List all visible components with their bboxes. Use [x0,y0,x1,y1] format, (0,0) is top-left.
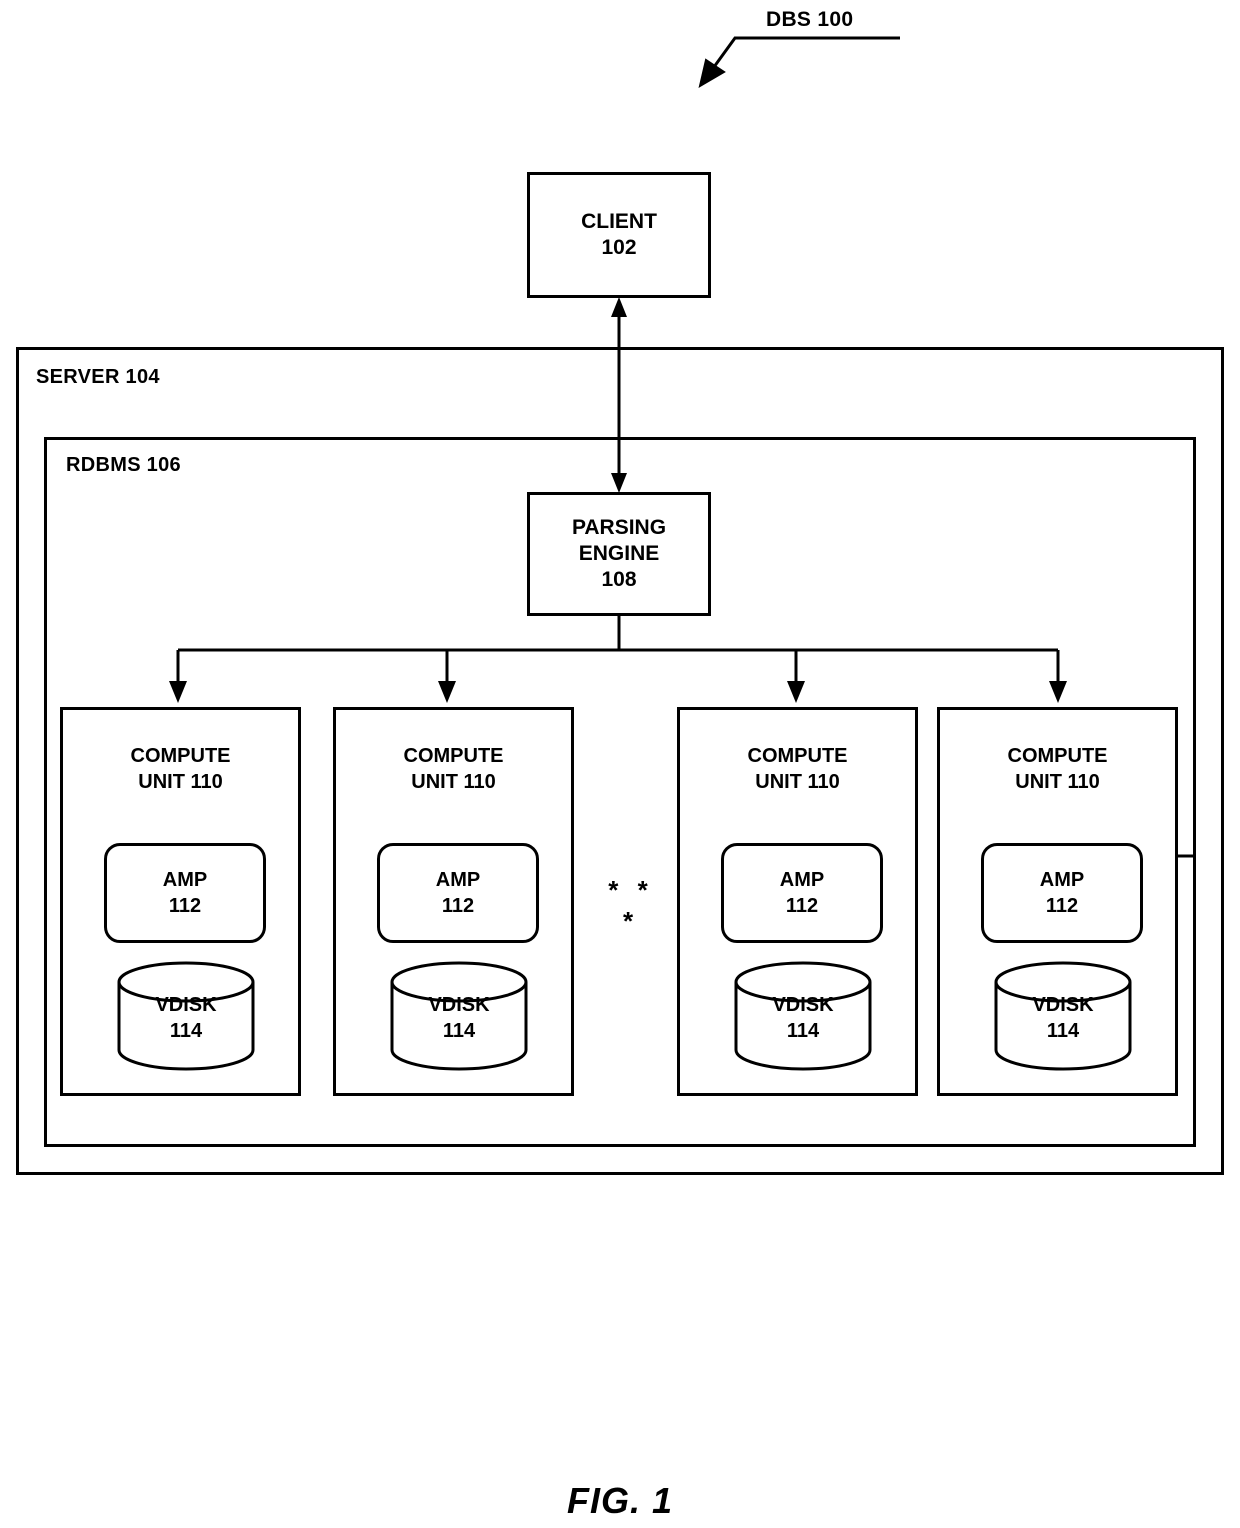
server-label: SERVER 104 [36,366,160,388]
amp-box[interactable]: AMP 112 [377,843,539,943]
parsing-engine-line2: ENGINE [578,541,660,565]
vdisk-ref: 114 [169,1020,203,1042]
amp-ref: 112 [785,895,819,917]
amp-ref: 112 [168,895,202,917]
vdisk-cylinder[interactable]: VDISK 114 [993,960,1133,1072]
dbs-callout-label: DBS 100 [766,8,854,31]
amp-box[interactable]: AMP 112 [981,843,1143,943]
compute-unit-title-line2: UNIT 110 [755,771,840,793]
compute-unit-title: COMPUTE UNIT 110 [63,743,298,795]
vdisk-label: VDISK 114 [733,992,873,1044]
compute-unit-title-line1: COMPUTE [403,745,504,767]
vdisk-name: VDISK [155,994,217,1016]
compute-unit-title: COMPUTE UNIT 110 [336,743,571,795]
client-ref: 102 [601,236,637,259]
vdisk-ref: 114 [1046,1020,1080,1042]
ellipsis-dots: * * * [608,875,654,936]
compute-unit-3[interactable]: COMPUTE UNIT 110 AMP 112 VDISK 114 [677,707,918,1096]
compute-unit-title-line2: UNIT 110 [411,771,496,793]
parsing-engine-box[interactable]: PARSING ENGINE 108 [527,492,711,616]
vdisk-name: VDISK [772,994,834,1016]
figure-1-diagram: DBS 100 CLIENT 102 SERVER 104 RDBMS 106 … [0,0,1240,1528]
vdisk-name: VDISK [428,994,490,1016]
vdisk-ref: 114 [442,1020,476,1042]
parsing-engine-ref: 108 [601,568,637,592]
vdisk-label: VDISK 114 [116,992,256,1044]
compute-unit-title: COMPUTE UNIT 110 [940,743,1175,795]
amp-box[interactable]: AMP 112 [721,843,883,943]
vdisk-name: VDISK [1032,994,1094,1016]
rdbms-label: RDBMS 106 [66,454,181,476]
amp-name: AMP [1039,869,1085,891]
compute-unit-title-line1: COMPUTE [130,745,231,767]
vdisk-label: VDISK 114 [993,992,1133,1044]
compute-unit-title-line1: COMPUTE [747,745,848,767]
vdisk-cylinder[interactable]: VDISK 114 [116,960,256,1072]
compute-unit-title-line2: UNIT 110 [1015,771,1100,793]
compute-unit-1[interactable]: COMPUTE UNIT 110 AMP 112 VDISK 114 [60,707,301,1096]
compute-unit-title: COMPUTE UNIT 110 [680,743,915,795]
compute-unit-4[interactable]: COMPUTE UNIT 110 AMP 112 VDISK 114 [937,707,1178,1096]
parsing-engine-line1: PARSING [571,515,667,539]
client-name: CLIENT [581,209,657,233]
compute-unit-title-line2: UNIT 110 [138,771,223,793]
vdisk-cylinder[interactable]: VDISK 114 [733,960,873,1072]
amp-ref: 112 [1045,895,1079,917]
vdisk-ref: 114 [786,1020,820,1042]
amp-box[interactable]: AMP 112 [104,843,266,943]
compute-unit-title-line1: COMPUTE [1007,745,1108,767]
vdisk-label: VDISK 114 [389,992,529,1044]
client-box[interactable]: CLIENT 102 [527,172,711,298]
amp-name: AMP [435,869,481,891]
figure-caption: FIG. 1 [566,1480,674,1521]
vdisk-cylinder[interactable]: VDISK 114 [389,960,529,1072]
amp-ref: 112 [441,895,475,917]
compute-unit-2[interactable]: COMPUTE UNIT 110 AMP 112 VDISK 114 [333,707,574,1096]
amp-name: AMP [779,869,825,891]
amp-name: AMP [162,869,208,891]
